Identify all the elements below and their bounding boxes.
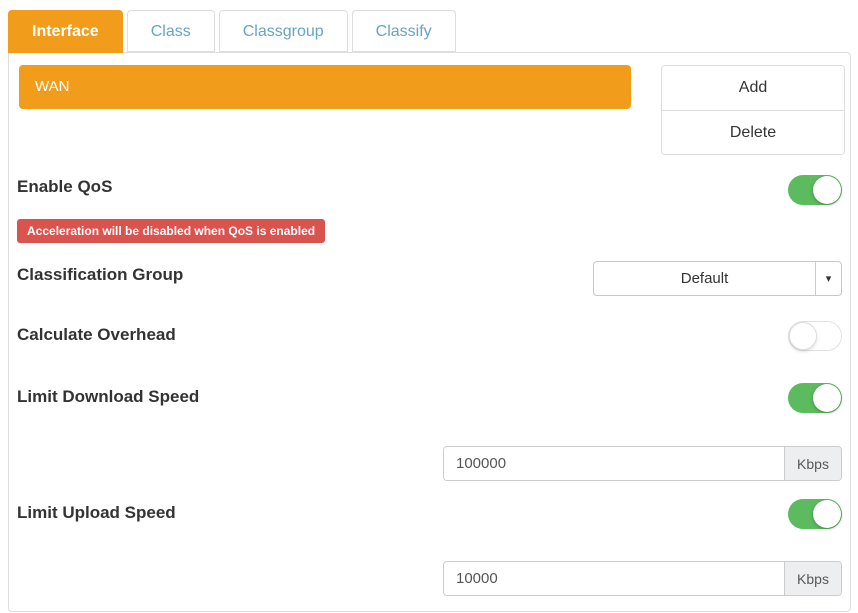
tab-class[interactable]: Class [127,10,215,52]
classification-group-select[interactable]: Default ▾ [593,261,842,296]
download-speed-unit: Kbps [784,447,841,480]
qos-warning-badge: Acceleration will be disabled when QoS i… [17,219,325,243]
upload-speed-input-group: Kbps [443,561,842,596]
tab-bar: Interface Class Classgroup Classify [8,10,456,53]
enable-qos-label: Enable QoS [17,177,112,197]
toggle-knob [813,384,841,412]
upload-speed-unit: Kbps [784,562,841,595]
limit-upload-speed-toggle[interactable] [788,499,842,529]
tab-interface[interactable]: Interface [8,10,123,53]
toggle-knob [813,176,841,204]
toggle-knob [813,500,841,528]
classification-group-label: Classification Group [17,265,183,285]
limit-download-speed-toggle[interactable] [788,383,842,413]
caret-down-icon[interactable]: ▾ [815,262,841,295]
limit-download-speed-label: Limit Download Speed [17,387,199,407]
enable-qos-toggle[interactable] [788,175,842,205]
interface-actions: Add Delete [661,65,845,155]
interface-list-item-wan[interactable]: WAN [19,65,631,109]
interface-tab-panel: WAN Add Delete Enable QoS Acceleration w… [8,52,851,612]
download-speed-input-group: Kbps [443,446,842,481]
toggle-knob [789,322,817,350]
tab-classify[interactable]: Classify [352,10,456,52]
limit-upload-speed-label: Limit Upload Speed [17,503,176,523]
tab-classgroup[interactable]: Classgroup [219,10,348,52]
classification-group-value: Default [594,262,815,295]
download-speed-input[interactable] [444,447,784,480]
add-button[interactable]: Add [662,66,844,110]
calculate-overhead-toggle[interactable] [788,321,842,351]
upload-speed-input[interactable] [444,562,784,595]
delete-button[interactable]: Delete [662,110,844,154]
calculate-overhead-label: Calculate Overhead [17,325,176,345]
